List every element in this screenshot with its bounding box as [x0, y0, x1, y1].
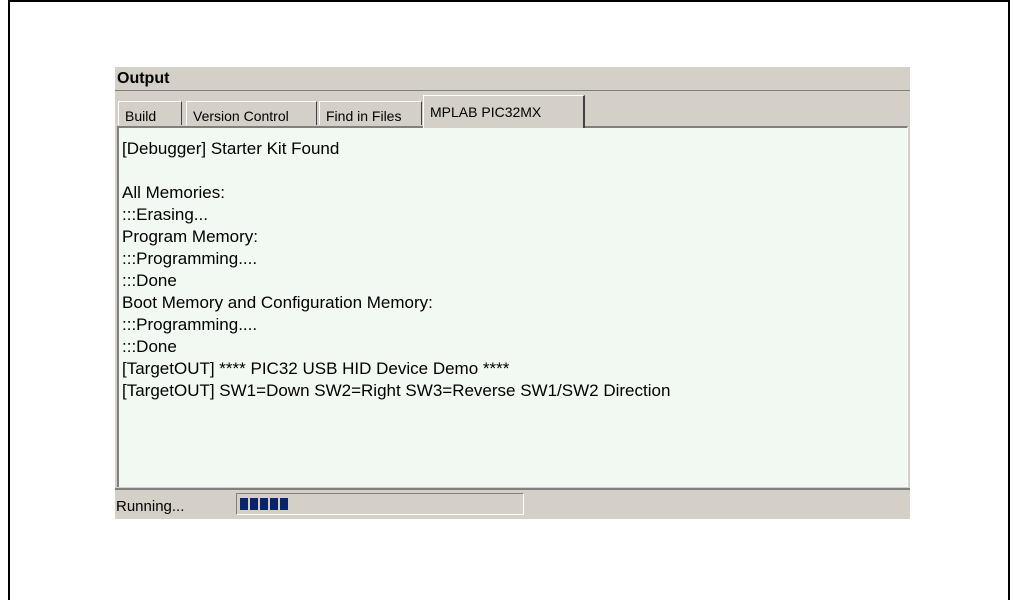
output-line: :::Programming.... [122, 315, 258, 334]
output-line: :::Erasing... [122, 205, 208, 224]
tab-version-control[interactable]: Version Control [186, 101, 317, 125]
output-line: :::Programming.... [122, 249, 258, 268]
progress-block [240, 498, 248, 510]
output-line: Program Memory: [122, 227, 259, 246]
output-line: [TargetOUT] SW1=Down SW2=Right SW3=Rever… [122, 381, 671, 400]
progress-bar [236, 493, 524, 515]
tab-find-in-files[interactable]: Find in Files [319, 101, 422, 125]
title-bar: Output [115, 67, 910, 91]
progress-block [280, 498, 288, 510]
status-bar: Running... [115, 488, 910, 519]
tab-mplab-pic32mx[interactable]: MPLAB PIC32MX [423, 95, 585, 128]
progress-fill [240, 498, 288, 510]
progress-block [260, 498, 268, 510]
output-line: [Debugger] Starter Kit Found [122, 139, 340, 158]
output-line: :::Done [122, 337, 177, 356]
output-line: Boot Memory and Configuration Memory: [122, 293, 433, 312]
tab-strip: Build Version Control Find in Files MPLA… [115, 93, 910, 128]
progress-block [270, 498, 278, 510]
output-window: Output Build Version Control Find in Fil… [115, 67, 910, 519]
output-line: All Memories: [122, 183, 225, 202]
output-line: [TargetOUT] **** PIC32 USB HID Device De… [122, 359, 510, 378]
status-text: Running... [116, 498, 185, 515]
window-title: Output [117, 70, 170, 87]
progress-block [250, 498, 258, 510]
output-text-area[interactable]: [Debugger] Starter Kit Found All Memorie… [117, 126, 908, 487]
output-line: :::Done [122, 271, 177, 290]
tab-build[interactable]: Build [118, 101, 182, 125]
